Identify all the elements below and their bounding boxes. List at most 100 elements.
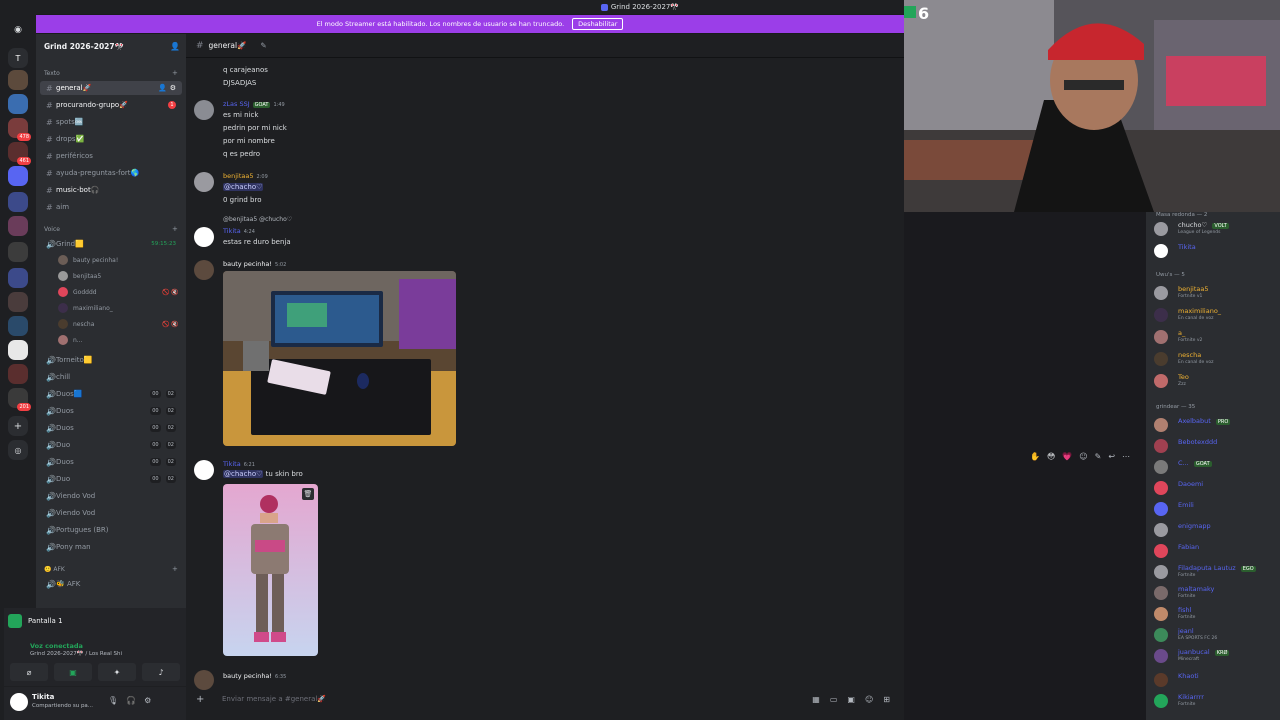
reply-preview[interactable]: @benjitaa5 @chucho♡ <box>223 216 292 223</box>
voice-channel-duos[interactable]: 🔊 Duos🟦 00 02 <box>40 387 182 401</box>
server-icon-8[interactable] <box>8 268 28 288</box>
voice-channel-viendo-vod[interactable]: 🔊 Viendo Vod <box>40 489 182 503</box>
voice-channel-grind[interactable]: 🔊 Grind🟨 59:15:23 <box>40 237 182 251</box>
member-item[interactable]: Bebotexddd <box>1154 437 1280 457</box>
avatar[interactable] <box>194 260 214 280</box>
voice-channel-portugues[interactable]: 🔊 Portugues (BR) <box>40 523 182 537</box>
member-item[interactable]: maximiliano_ En canal de voz <box>1154 306 1280 326</box>
channel-drops[interactable]: # drops✅ <box>40 132 182 146</box>
voice-user[interactable]: Godddd 🚫 🔇 <box>58 285 179 299</box>
soundboard-icon[interactable]: ♪ <box>142 663 180 681</box>
desk-setup-image[interactable] <box>223 271 456 446</box>
mention[interactable]: @chacho♡ <box>223 183 264 191</box>
voice-user[interactable]: benjitaa5 <box>58 269 101 283</box>
chevron-down-icon[interactable]: ⌄ <box>118 42 124 50</box>
channel-music-bot[interactable]: # music-bot🎧 <box>40 183 182 197</box>
server-icon-13[interactable]: 201 <box>8 388 31 411</box>
voice-channel-afk[interactable]: 🔊 🐝 AFK <box>40 577 182 591</box>
member-item[interactable]: Filadaputa Lautuz EGO Fortnite <box>1154 563 1280 583</box>
author-name[interactable]: bauty pecinha! <box>223 672 272 680</box>
server-icon-5[interactable] <box>8 166 28 186</box>
member-item[interactable]: nescha En canal de voz <box>1154 350 1280 370</box>
avatar[interactable] <box>194 460 214 480</box>
member-item[interactable]: benjitaa5 Fortnite v1 <box>1154 284 1280 304</box>
sticker-icon[interactable]: ▣ <box>847 695 855 704</box>
member-item[interactable]: maltamaky Fortnite <box>1154 584 1280 604</box>
member-item[interactable]: chucho♡ VOLT League of Legends <box>1154 220 1280 240</box>
member-item[interactable]: enigmapp <box>1154 521 1280 541</box>
author-name[interactable]: Tikita <box>223 227 241 235</box>
heart-emoji-icon[interactable]: 💗 <box>1062 452 1072 461</box>
voice-user[interactable]: bauty pecinha! <box>58 253 118 267</box>
screen-share-row[interactable]: Pantalla 1 <box>8 612 182 630</box>
trash-icon[interactable]: 🗑 <box>302 488 314 500</box>
channel-general[interactable]: # general🚀 👤 ⚙ <box>40 81 182 95</box>
voice-channel-viendo-vod[interactable]: 🔊 Viendo Vod <box>40 506 182 520</box>
server-icon-6[interactable] <box>8 216 28 236</box>
member-item[interactable]: a_ Fortnite v2 <box>1154 328 1280 348</box>
gift-icon[interactable]: ▦ <box>812 695 820 704</box>
member-item[interactable]: Daoemi <box>1154 479 1280 499</box>
server-icon-1[interactable] <box>8 70 28 90</box>
smile-emoji-icon[interactable]: 😳 <box>1047 452 1055 461</box>
member-item[interactable]: Axelbabut PRO <box>1154 416 1280 436</box>
voice-channel-duos[interactable]: 🔊 Duos 00 02 <box>40 421 182 435</box>
voice-user[interactable]: maximiliano_ <box>58 301 113 315</box>
channel-aim[interactable]: # aim <box>40 200 182 214</box>
add-member-icon[interactable]: 👤 <box>170 42 180 51</box>
author-name[interactable]: benjitaa5 <box>223 172 254 180</box>
headphones-icon[interactable]: 🎧 <box>126 696 136 705</box>
plus-icon[interactable]: + <box>196 694 208 705</box>
server-folder-icon[interactable] <box>8 192 28 212</box>
edit-icon[interactable]: ✎ <box>1095 452 1102 461</box>
avatar[interactable] <box>194 100 214 120</box>
add-voice-channel-icon[interactable]: + <box>172 225 178 233</box>
category-afk[interactable]: 🙂 AFK <box>44 566 65 573</box>
server-icon-9[interactable] <box>8 292 28 312</box>
avatar[interactable] <box>194 670 214 690</box>
server-name[interactable]: Grind 2026-2027🎌 <box>44 42 124 51</box>
invite-icon[interactable]: 👤 <box>158 84 167 92</box>
server-icon-t[interactable]: T <box>8 48 28 68</box>
channel-procurando-grupo[interactable]: # procurando-grupo🚀 1 <box>40 98 182 112</box>
voice-channel-pony-man[interactable]: 🔊 Pony man <box>40 540 182 554</box>
apps-icon[interactable]: ⊞ <box>883 695 890 704</box>
voice-user[interactable]: n... <box>58 333 83 347</box>
member-item[interactable]: fishl Fortnite <box>1154 605 1280 625</box>
message-composer[interactable]: + Enviar mensaje a #general🚀 ▦ ▭ ▣ ☺ ⊞ <box>196 689 894 709</box>
reply-icon[interactable]: ↩ <box>1108 452 1115 461</box>
activities-icon[interactable]: ✦ <box>98 663 136 681</box>
share-screen-icon[interactable]: ▣ <box>54 663 92 681</box>
member-item[interactable]: Khaoti <box>1154 671 1280 691</box>
member-item[interactable]: jeanl EA SPORTS FC 26 <box>1154 626 1280 646</box>
brush-icon[interactable]: ✎ <box>260 41 266 50</box>
category-voice[interactable]: Voice <box>44 226 60 233</box>
voice-channel-duo[interactable]: 🔊 Duo 00 02 <box>40 438 182 452</box>
avatar[interactable] <box>194 227 214 247</box>
avatar[interactable] <box>194 172 214 192</box>
category-text[interactable]: Texto <box>44 70 60 77</box>
voice-channel-chill[interactable]: 🔊 chill <box>40 370 182 384</box>
add-channel-icon[interactable]: + <box>172 69 178 77</box>
add-server-icon[interactable]: + <box>8 416 28 436</box>
member-item[interactable]: Kikiarrrr Fortnite <box>1154 692 1280 712</box>
member-item[interactable]: C... GOAT <box>1154 458 1280 478</box>
gear-icon[interactable]: ⚙ <box>170 84 176 92</box>
voice-channel-duo[interactable]: 🔊 Duo 00 02 <box>40 472 182 486</box>
hand-emoji-icon[interactable]: ✋ <box>1030 452 1040 461</box>
gear-icon[interactable]: ⚙ <box>144 696 151 705</box>
add-afk-channel-icon[interactable]: + <box>172 565 178 573</box>
server-icon-12[interactable] <box>8 364 28 384</box>
voice-user[interactable]: nescha 🚫 🔇 <box>58 317 179 331</box>
server-icon-7[interactable] <box>8 242 28 262</box>
member-item[interactable]: Tikita <box>1154 242 1280 262</box>
voice-channel-duos[interactable]: 🔊 Duos 00 02 <box>40 404 182 418</box>
server-icon-4[interactable]: 461 <box>8 142 31 165</box>
server-icon-3[interactable]: 478 <box>8 118 31 141</box>
member-item[interactable]: Emili <box>1154 500 1280 520</box>
camera-off-icon[interactable]: ⌀ <box>10 663 48 681</box>
member-item[interactable]: Fabian <box>1154 542 1280 562</box>
channel-spots[interactable]: # spots🆒 <box>40 115 182 129</box>
author-name[interactable]: bauty pecinha! <box>223 260 272 268</box>
gif-icon[interactable]: ▭ <box>830 695 838 704</box>
